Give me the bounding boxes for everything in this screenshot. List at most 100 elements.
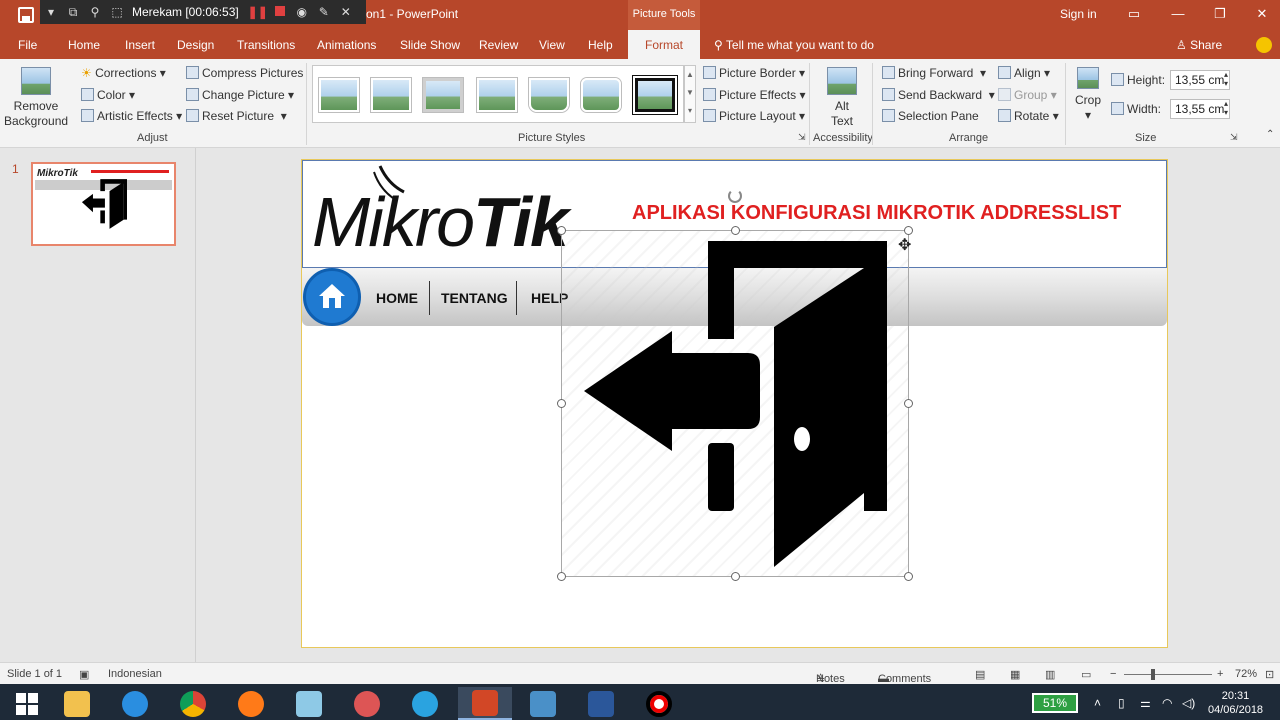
send-backward-button[interactable]: Send Backward ▾ (882, 88, 995, 102)
tab-review[interactable]: Review (479, 38, 518, 52)
taskbar-powerpoint[interactable] (458, 687, 512, 720)
selected-exit-picture[interactable]: ✥ (557, 189, 913, 581)
start-button[interactable] (0, 687, 54, 720)
compress-pictures-button[interactable]: Compress Pictures (186, 66, 303, 80)
rotate-button[interactable]: Rotate ▾ (998, 109, 1059, 123)
taskbar-internet-explorer[interactable] (108, 687, 162, 720)
tab-view[interactable]: View (539, 38, 565, 52)
close-button[interactable]: ✕ (1240, 0, 1280, 30)
height-spinner[interactable]: ▴ ▾ (1224, 70, 1228, 88)
tab-help[interactable]: Help (588, 38, 613, 52)
resize-handle-b[interactable] (731, 572, 740, 581)
taskbar-notepad[interactable] (282, 687, 336, 720)
zoom-in-icon[interactable]: + (1217, 668, 1223, 680)
color-button[interactable]: Color ▾ (81, 88, 135, 102)
screenshot-icon[interactable]: ◉ (291, 5, 313, 19)
artistic-effects-button[interactable]: Artistic Effects ▾ (81, 109, 182, 123)
tab-animations[interactable]: Animations (317, 38, 376, 52)
gallery-scroll[interactable]: ▲ ▼ ▾ (684, 65, 696, 123)
picture-style-7[interactable] (635, 78, 675, 112)
close-recorder-icon[interactable]: ✕ (335, 5, 357, 19)
ribbon-display-options-icon[interactable]: ▭ (1112, 0, 1156, 30)
zoom-slider-thumb[interactable] (1151, 669, 1155, 680)
slide-title[interactable]: APLIKASI KONFIGURASI MIKROTIK ADDRESSLIS… (632, 202, 1121, 225)
zoom-out-icon[interactable]: − (1110, 668, 1116, 680)
picture-style-4[interactable] (477, 78, 517, 112)
tab-slideshow[interactable]: Slide Show (400, 38, 460, 52)
picture-style-2[interactable] (371, 78, 411, 112)
dialog-launcher-icon[interactable]: ⇲ (798, 132, 806, 143)
nav-home[interactable]: HOME (376, 290, 418, 306)
system-clock[interactable]: 20:31 04/06/2018 (1208, 689, 1263, 717)
taskbar-word[interactable] (574, 687, 628, 720)
picture-border-button[interactable]: Picture Border ▾ (703, 66, 805, 80)
tray-expand-icon[interactable]: ˄ (1094, 696, 1101, 710)
resize-handle-r[interactable] (904, 399, 913, 408)
recorder-zoom-icon[interactable]: ⚲ (84, 5, 106, 19)
battery-indicator[interactable]: 51% (1032, 693, 1078, 713)
tab-format[interactable]: Format (628, 30, 701, 59)
recorder-menu-icon[interactable]: ▾ (40, 5, 62, 19)
alt-text-button[interactable]: Alt Text (820, 67, 864, 129)
tab-insert[interactable]: Insert (125, 38, 155, 52)
remove-background-button[interactable]: Remove Background (4, 67, 68, 129)
tab-transitions[interactable]: Transitions (237, 38, 295, 52)
collapse-ribbon-icon[interactable]: ⌃ (1266, 129, 1274, 140)
nav-tentang[interactable]: TENTANG (441, 290, 508, 306)
taskbar-photos[interactable] (516, 687, 570, 720)
wifi-icon[interactable]: ◠ (1162, 696, 1172, 710)
taskbar-file-explorer[interactable] (50, 687, 104, 720)
fit-slide-icon[interactable]: ⊡ (1265, 668, 1274, 681)
selection-pane-button[interactable]: Selection Pane (882, 109, 979, 123)
volume-icon[interactable]: ◁) (1182, 696, 1195, 710)
align-button[interactable]: Align ▾ (998, 66, 1050, 80)
picture-effects-button[interactable]: Picture Effects ▾ (703, 88, 806, 102)
minimize-button[interactable]: — (1156, 0, 1200, 30)
pencil-icon[interactable]: ✎ (313, 5, 335, 19)
reset-picture-button[interactable]: Reset Picture ▾ (186, 109, 287, 123)
language[interactable]: Indonesian (108, 668, 162, 680)
taskbar-paint[interactable] (340, 687, 394, 720)
change-picture-button[interactable]: Change Picture ▾ (186, 88, 294, 102)
resize-handle-bl[interactable] (557, 572, 566, 581)
reading-view-icon[interactable]: ▥ (1045, 668, 1055, 681)
resize-handle-tr[interactable] (904, 226, 913, 235)
picture-style-5[interactable] (529, 78, 569, 112)
save-icon[interactable] (18, 7, 34, 23)
spellcheck-icon[interactable]: ▣ (79, 668, 89, 681)
taskbar-telegram[interactable] (398, 687, 452, 720)
network-icon[interactable]: ⚌ (1140, 696, 1151, 710)
picture-layout-button[interactable]: Picture Layout ▾ (703, 109, 805, 123)
picture-style-6[interactable] (581, 78, 621, 112)
taskbar-chrome[interactable] (166, 687, 220, 720)
pause-icon[interactable]: ❚❚ (247, 5, 269, 19)
tab-home[interactable]: Home (68, 38, 100, 52)
width-input[interactable]: 13,55 cm (1170, 99, 1230, 119)
share-button[interactable]: ♙ Share (1176, 38, 1222, 52)
rotate-handle-icon[interactable] (728, 189, 742, 203)
feedback-smiley-icon[interactable] (1256, 37, 1272, 53)
group-button[interactable]: Group ▾ (998, 88, 1057, 102)
tell-me-search[interactable]: ⚲ Tell me what you want to do (714, 38, 874, 52)
resize-handle-t[interactable] (731, 226, 740, 235)
battery-icon[interactable]: ▯ (1118, 696, 1125, 710)
slideshow-view-icon[interactable]: ▭ (1081, 668, 1091, 681)
tab-file[interactable]: File (18, 38, 37, 52)
resize-handle-tl[interactable] (557, 226, 566, 235)
height-input[interactable]: 13,55 cm (1170, 70, 1230, 90)
taskbar-firefox[interactable] (224, 687, 278, 720)
restore-button[interactable]: ❐ (1198, 0, 1242, 30)
bring-forward-button[interactable]: Bring Forward ▾ (882, 66, 986, 80)
corrections-button[interactable]: ☀ Corrections ▾ (81, 66, 166, 80)
size-dialog-launcher-icon[interactable]: ⇲ (1230, 132, 1238, 143)
stop-icon[interactable] (269, 5, 291, 19)
width-spinner[interactable]: ▴ ▾ (1224, 99, 1228, 117)
sign-in-link[interactable]: Sign in (1060, 7, 1097, 21)
picture-style-3[interactable] (423, 78, 463, 112)
normal-view-icon[interactable]: ▤ (975, 668, 985, 681)
crop-button[interactable]: Crop ▾ (1072, 67, 1104, 123)
slide-sorter-icon[interactable]: ▦ (1010, 668, 1020, 681)
slide-thumbnail[interactable]: MikroTik (31, 162, 176, 246)
picture-style-1[interactable] (319, 78, 359, 112)
recorder-window-icon[interactable]: ⧉ (62, 5, 84, 20)
